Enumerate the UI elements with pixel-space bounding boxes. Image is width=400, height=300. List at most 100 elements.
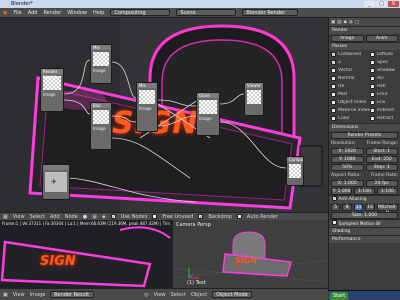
node-blur[interactable]: Blur Image [90,102,112,150]
aa-samples-11[interactable]: 11 [353,203,364,211]
close-button[interactable]: X [388,1,399,7]
render-panel-header[interactable]: Render [329,26,400,34]
fps-select[interactable]: 24 fps [365,179,398,187]
aa-samples-16[interactable]: 16 [365,203,375,211]
end-frame-field[interactable]: End: 250 [365,155,398,163]
viewport-editor-type-icon[interactable]: ◎ [144,292,148,298]
screen-layout-select[interactable]: Compositing [110,9,171,16]
world-icon[interactable]: ◍ [349,20,353,25]
pass-checkbox[interactable] [331,108,336,113]
pass-item[interactable]: Vector [331,67,370,74]
aspect-x-field[interactable]: X: 1.000 [331,179,364,187]
menu-view[interactable]: View [13,214,25,220]
dimensions-header[interactable]: Dimensions [329,123,400,131]
pass-item[interactable]: Mist [331,91,370,98]
maximize-button[interactable]: □ [376,1,387,7]
scene-select[interactable]: Scene [176,9,237,16]
res-percent-field[interactable]: 50% [331,163,364,171]
pass-item[interactable]: Env [370,99,398,106]
menu-image[interactable]: Image [30,292,46,298]
motion-blur-checkbox[interactable] [332,220,337,225]
pass-item[interactable]: Material Index [331,107,370,114]
auto-render-checkbox[interactable] [236,214,242,219]
pass-checkbox[interactable] [370,92,376,97]
menu-window[interactable]: Window [67,10,87,16]
mode-select[interactable]: Object Mode [212,291,253,298]
anti-aliasing-header[interactable]: Anti-Aliasing [329,195,400,203]
motion-blur-header[interactable]: Sampled Motion Bl [329,219,400,227]
node-composite[interactable]: Composite [286,156,304,186]
pass-checkbox[interactable] [331,116,336,121]
aa-filter-select[interactable]: Mitchell-N [376,203,398,216]
aa-samples-5[interactable]: 5 [331,203,341,211]
camera-icon[interactable]: ▣ [331,20,335,25]
pass-item[interactable]: Indirect [370,107,398,114]
pass-checkbox[interactable] [370,84,376,89]
res-y-field[interactable]: Y: 1080 [331,155,364,163]
shader-icon[interactable]: ● [83,214,87,220]
node-image-input[interactable]: ✈ [42,164,70,200]
pass-item[interactable]: AO [370,75,398,82]
menu-select-3d[interactable]: Select [171,292,186,298]
layers-icon[interactable]: ▤ [337,20,341,25]
image-editor[interactable]: Frame:1 | Ve:37311 | Fa:30304 | La:1 | M… [0,220,172,288]
pass-item[interactable]: Object Index [331,99,370,106]
node-mix-2[interactable]: Mix Image [136,82,158,132]
menu-file[interactable]: File [13,10,21,16]
aa-samples-8[interactable]: 8 [342,203,352,211]
scene-icon[interactable]: ◆ [344,20,347,25]
render-engine-select[interactable]: Blender Render [242,9,299,16]
menu-object[interactable]: Object [191,292,207,298]
node-glare[interactable]: Glare Image [196,92,220,136]
pass-checkbox[interactable] [370,76,376,81]
backdrop-checkbox[interactable] [198,214,204,219]
pass-checkbox[interactable] [370,52,376,57]
properties-editor[interactable]: ▣ ▤ ◆ ◍ ▢ Render Image Anim Passes Combi… [328,18,400,300]
pass-checkbox[interactable] [331,100,336,105]
node-mix-1[interactable]: Mix Image [90,44,112,84]
texture-icon[interactable]: ◈ [102,214,106,220]
image-editor-type-icon[interactable]: ▣ [3,292,8,298]
minimize-button[interactable]: _ [364,1,375,7]
pass-checkbox[interactable] [331,76,336,81]
menu-view[interactable]: View [13,292,25,298]
menu-node[interactable]: Node [65,214,78,220]
menu-render[interactable]: Render [43,10,61,16]
pass-item[interactable]: Shadow [370,67,398,74]
pass-item[interactable]: UV [331,83,370,90]
pass-checkbox[interactable] [331,52,336,57]
pass-checkbox[interactable] [370,116,376,121]
performance-header[interactable]: Performance [329,235,400,243]
node-viewer[interactable]: Viewer [244,82,264,116]
passes-header[interactable]: Passes [329,42,400,50]
pass-checkbox[interactable] [331,92,336,97]
start-frame-field[interactable]: Start: 1 [365,147,398,155]
pass-checkbox[interactable] [370,68,376,73]
image-select[interactable]: Render Result [50,291,95,298]
pass-checkbox[interactable] [331,68,336,73]
time-remap-new[interactable]: 1:100 [377,187,398,195]
pass-item[interactable]: Normal [331,75,370,82]
start-button[interactable]: Start [330,292,349,300]
anti-aliasing-checkbox[interactable] [332,196,337,201]
pass-checkbox[interactable] [331,84,336,89]
use-nodes-checkbox[interactable] [110,214,116,219]
frame-step-field[interactable]: Step: 1 [365,163,398,171]
free-unused-checkbox[interactable] [152,214,158,219]
pass-item[interactable]: Spec [370,59,398,66]
menu-add[interactable]: Add [50,214,60,220]
pass-item[interactable]: Emit [370,91,398,98]
shading-header[interactable]: Shading [329,227,400,235]
aa-size-field[interactable]: Size: 1.000 [331,211,398,219]
node-render-layers[interactable]: Render Layers Image [40,68,64,112]
pass-checkbox[interactable] [331,60,336,65]
pass-item[interactable]: Refl [370,83,398,90]
pass-item[interactable]: Refract [370,115,398,122]
pass-checkbox[interactable] [370,100,376,105]
object-icon[interactable]: ▢ [355,20,359,25]
pass-item[interactable]: Combined [331,51,370,58]
render-presets-select[interactable]: Render Presets [331,131,398,139]
res-x-field[interactable]: X: 1920 [331,147,364,155]
time-remap-old[interactable]: 1:100 [354,187,375,195]
compositing-icon[interactable]: ▣ [92,214,97,220]
